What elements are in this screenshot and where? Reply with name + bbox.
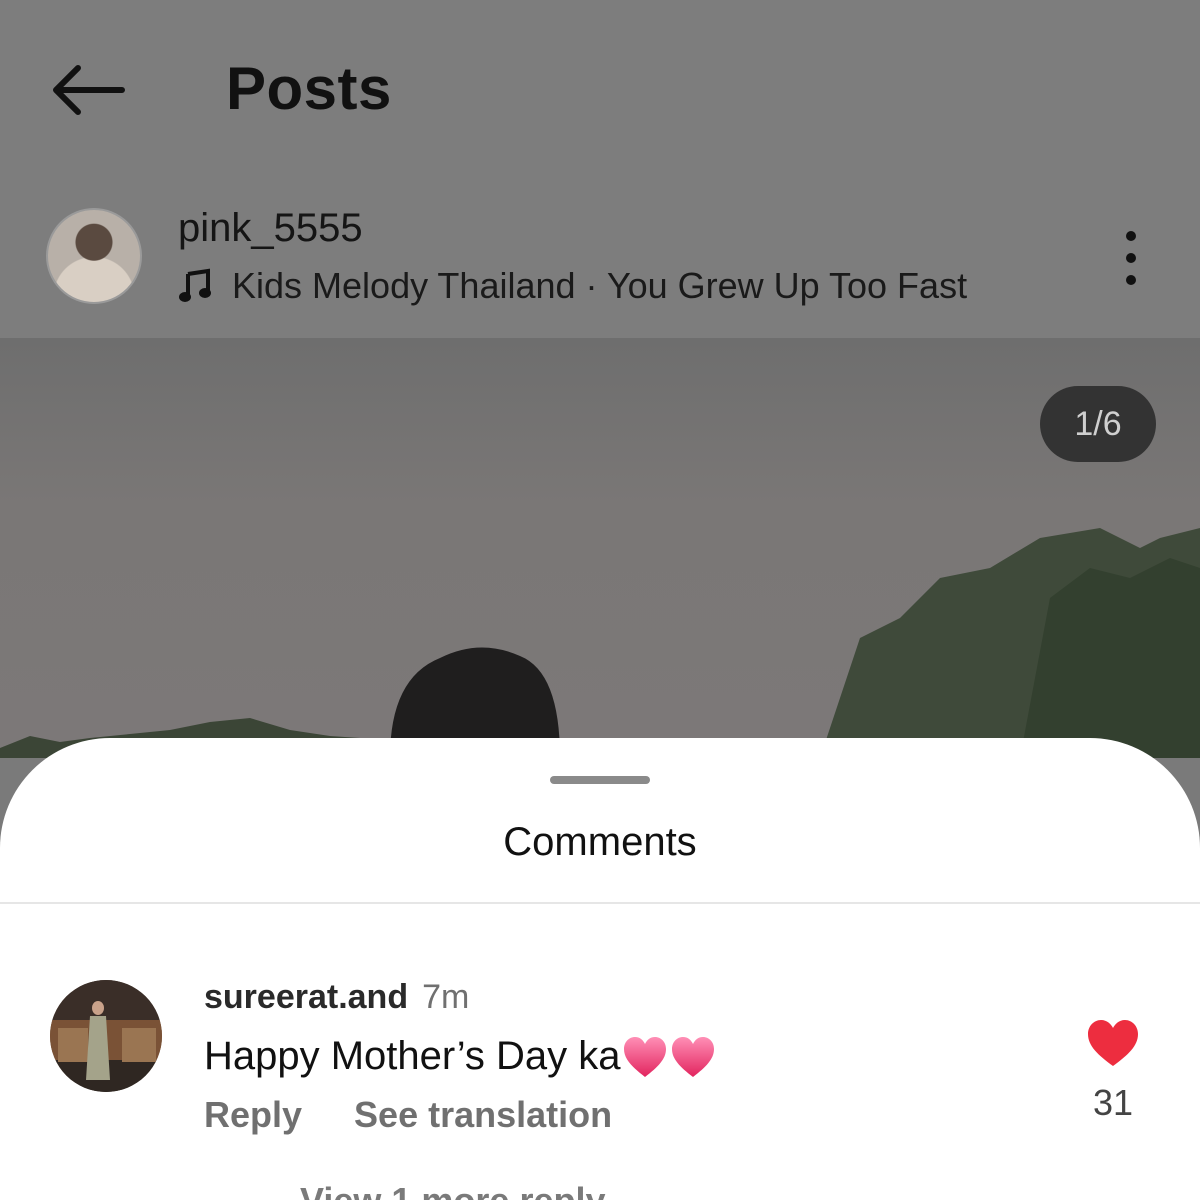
photo-scenery — [0, 528, 1200, 758]
music-note-icon — [179, 268, 211, 302]
sheet-drag-handle[interactable] — [550, 776, 650, 784]
page-title: Posts — [226, 55, 392, 122]
see-translation-button[interactable]: See translation — [354, 1094, 612, 1136]
post-username[interactable]: pink_5555 — [178, 206, 363, 251]
music-attribution[interactable]: Kids Melody Thailand · You Grew Up Too F… — [178, 264, 967, 308]
back-button[interactable] — [48, 58, 128, 122]
heart-filled-icon — [1088, 1020, 1138, 1066]
post-header: pink_5555 Kids Melody Thailand · You Gre… — [0, 180, 1200, 338]
like-count: 31 — [1092, 1082, 1134, 1123]
reply-button[interactable]: Reply — [204, 1094, 302, 1136]
music-text: Kids Melody Thailand · You Grew Up Too F… — [232, 265, 968, 306]
pink-heart-emoji-icon — [624, 1036, 667, 1077]
divider — [0, 902, 1200, 904]
more-vertical-icon — [1126, 231, 1136, 285]
more-options-button[interactable] — [1108, 228, 1154, 288]
top-bar: Posts — [0, 0, 1200, 180]
view-more-replies-button[interactable]: View 1 more reply — [300, 1180, 606, 1200]
commenter-avatar-image — [50, 980, 162, 1092]
comment-actions: Reply See translation — [204, 1094, 612, 1136]
screen: Posts pink_5555 Kids Melody Thailand · Y… — [0, 0, 1200, 1200]
commenter-username[interactable]: sureerat.and — [204, 978, 408, 1016]
post-photo[interactable]: 1/6 — [0, 338, 1200, 758]
comments-title: Comments — [503, 820, 697, 864]
comment-item: sureerat.and 7m Happy Mother’s Day ka Re… — [0, 978, 1200, 1178]
comment-meta: sureerat.and 7m — [204, 978, 469, 1017]
like-button[interactable] — [1086, 1018, 1140, 1068]
pink-heart-emoji-icon — [672, 1036, 715, 1077]
commenter-avatar[interactable] — [50, 980, 162, 1092]
comment-text: Happy Mother’s Day ka — [204, 1034, 621, 1078]
comment-body: Happy Mother’s Day ka — [204, 1034, 716, 1079]
post-author-avatar[interactable] — [46, 208, 142, 304]
comments-sheet: Comments sureerat.and 7m Happy Mother’s D… — [0, 738, 1200, 1200]
carousel-counter: 1/6 — [1040, 386, 1156, 462]
arrow-left-icon — [53, 65, 125, 115]
comment-time: 7m — [422, 978, 470, 1016]
